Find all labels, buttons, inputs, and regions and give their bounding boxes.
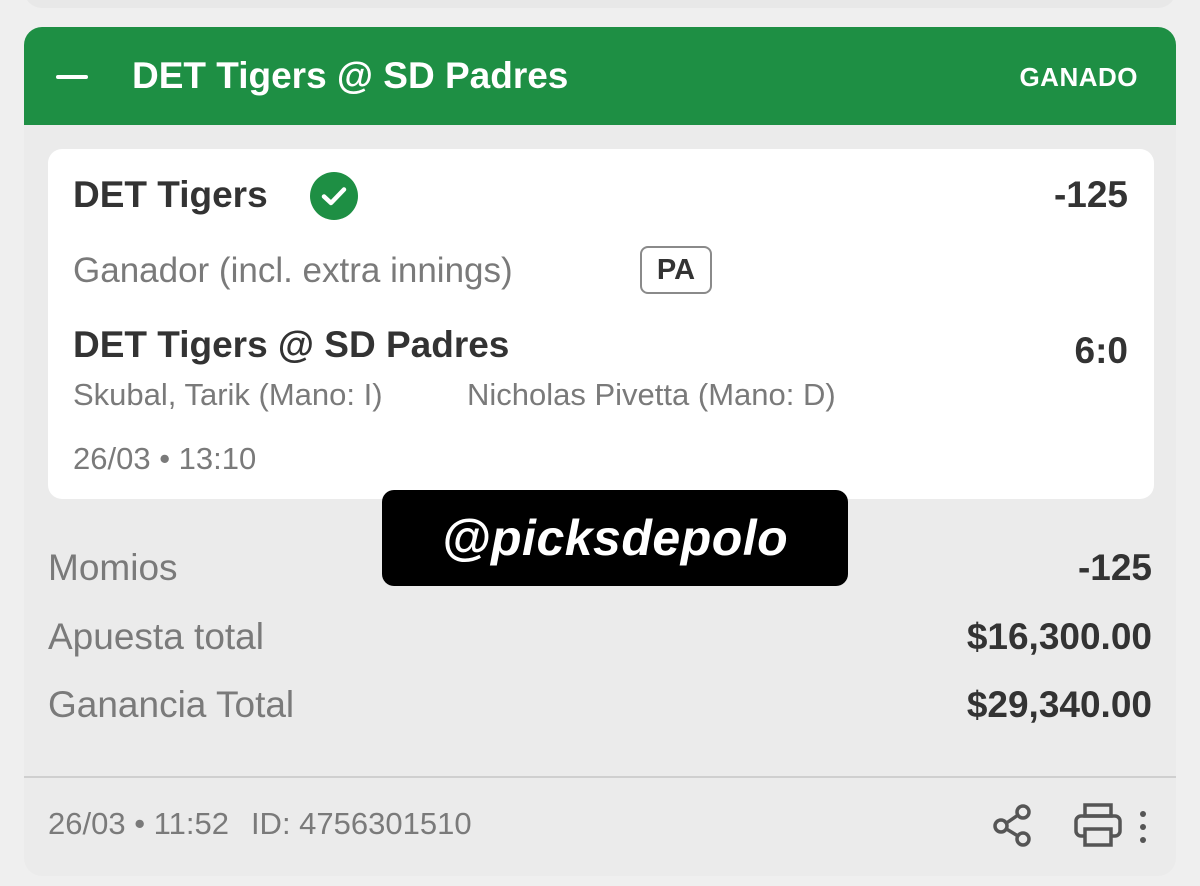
watermark-label: @picksdepolo (382, 490, 848, 586)
share-icon[interactable] (990, 802, 1036, 848)
summary-value: -125 (1077, 547, 1152, 588)
more-vertical-icon[interactable] (1132, 807, 1154, 847)
divider (24, 776, 1176, 778)
event-datetime: 26/03 • 13:10 (73, 441, 257, 476)
bet-footer-info: 26/03 • 11:52 ID: 4756301510 (48, 802, 472, 846)
summary-label: Apuesta total (48, 616, 264, 657)
summary-label: Ganancia Total (48, 684, 295, 725)
bet-card: DET Tigers @ SD Padres GANADO DET Tigers… (24, 27, 1176, 876)
summary-row-stake: Apuesta total $16,300.00 (48, 612, 1152, 662)
bet-placed-datetime: 26/03 • 11:52 (48, 806, 229, 841)
bet-card-header[interactable]: DET Tigers @ SD Padres GANADO (24, 27, 1176, 125)
summary-value: $16,300.00 (966, 616, 1152, 657)
bet-id: ID: 4756301510 (250, 806, 472, 841)
pitcher-home: Skubal, Tarik (Mano: I) (73, 377, 383, 412)
selection-team: DET Tigers (73, 174, 268, 215)
summary-row-winnings: Ganancia Total $29,340.00 (48, 680, 1152, 730)
selection-details: DET Tigers -125 Ganador (incl. extra inn… (48, 149, 1154, 499)
selection-odds: -125 (1053, 174, 1128, 215)
final-score: 6:0 (1074, 330, 1128, 371)
pitcher-away: Nicholas Pivetta (Mano: D) (467, 377, 836, 412)
page: DET Tigers @ SD Padres GANADO DET Tigers… (0, 0, 1200, 886)
check-circle-icon (310, 172, 358, 220)
print-icon[interactable] (1073, 802, 1123, 848)
event-name: DET Tigers @ SD Padres (73, 324, 510, 365)
summary-label: Momios (48, 547, 178, 588)
bet-status: GANADO (1019, 62, 1138, 92)
previous-bet-card (24, 0, 1176, 8)
summary-value: $29,340.00 (966, 684, 1152, 725)
market-name: Ganador (incl. extra innings) (73, 251, 513, 290)
pa-badge: PA (640, 246, 712, 294)
bet-title: DET Tigers @ SD Padres (132, 55, 569, 96)
minus-icon[interactable] (50, 55, 94, 99)
